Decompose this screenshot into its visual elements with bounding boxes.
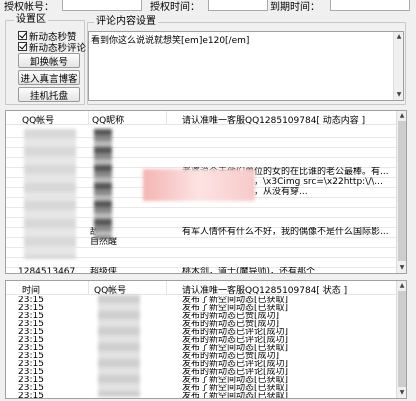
feed-scrollbar[interactable]: ▲ ▼ — [396, 111, 406, 273]
feed-list[interactable]: QQ帐号 QQ昵称 请认准唯一客服QQ1285109784[ 动态内容 ] 老婆… — [5, 110, 407, 274]
expire-time-label: 到期时间： — [270, 2, 320, 13]
feed-row[interactable]: 1284513467 超级侠 桃木剑，道士(魔导师)，还有那个 — [6, 267, 396, 274]
log-col-time[interactable]: 时间 — [22, 283, 40, 296]
log-row[interactable]: 23:15 发布了新空间动态[已获取] — [6, 304, 396, 312]
expire-time-field — [330, 0, 410, 11]
feed-col-nick[interactable]: QQ昵称 — [92, 113, 124, 126]
log-scrollbar[interactable]: ▲ ▼ — [396, 281, 406, 398]
redacted-avatar-block — [94, 129, 112, 239]
auth-account-field — [62, 0, 142, 11]
log-cell-time: 23:15 — [18, 392, 44, 399]
checkbox-checked-icon — [18, 42, 27, 51]
comment-checkbox[interactable]: 新动态秒评论 — [18, 41, 87, 54]
auth-time-field — [208, 0, 268, 11]
log-cell-status: 发布了新空间动态[已获取] — [182, 344, 289, 352]
log-cell-status: 发布的新动态已赞[成功] — [182, 320, 280, 328]
feed-cell-content: 有军人情怀有什么不好，我的偶像不是什么国际影... — [182, 227, 389, 237]
scroll-down-icon[interactable]: ▼ — [394, 90, 404, 100]
log-cell-time: 23:15 — [18, 312, 44, 320]
log-cell-status: 发布了新空间动态[已获取] — [182, 384, 289, 392]
log-cell-time: 23:15 — [18, 360, 44, 368]
scroll-down-icon[interactable]: ▼ — [397, 388, 406, 398]
auth-account-label: 授权帐号： — [4, 2, 54, 13]
log-cell-status: 发布的新动态已评论[成功] — [182, 368, 289, 376]
checkbox-checked-icon — [18, 31, 27, 40]
log-cell-time: 23:15 — [18, 336, 44, 344]
settings-title: 设置区 — [14, 14, 48, 25]
comment-checkbox-label: 新动态秒评论 — [29, 42, 87, 54]
comment-scrollbar[interactable]: ▲ ▼ — [393, 32, 403, 100]
log-scroll-thumb[interactable] — [398, 291, 406, 387]
comment-content-input[interactable]: 看到你这么说说就想笑[em]e120[/em] — [88, 31, 404, 101]
log-cell-time: 23:15 — [18, 304, 44, 312]
log-cell-status: 发布了新空间动态[已获取] — [182, 296, 289, 304]
log-row[interactable]: 23:15 发布了新空间动态[已获取] — [6, 344, 396, 352]
enter-blog-button[interactable]: 进入真言博客 — [18, 70, 80, 85]
scroll-down-icon[interactable]: ▼ — [397, 263, 406, 273]
log-header: 时间 QQ帐号 请认准唯一客服QQ1285109784[ 状态 ] — [6, 281, 396, 296]
feed-cell-content: 桃木剑，道士(魔导师)，还有那个 — [182, 267, 316, 274]
log-row[interactable]: 23:15 发布的新动态已评论[成功] — [6, 360, 396, 368]
log-cell-status: 发布了新空间动态[已获取] — [182, 376, 289, 384]
scroll-up-icon[interactable]: ▲ — [397, 281, 406, 291]
log-row[interactable]: 23:15 发布的新动态已赞[成功] — [6, 312, 396, 320]
log-cell-time: 23:15 — [18, 320, 44, 328]
feed-col-content[interactable]: 请认准唯一客服QQ1285109784[ 动态内容 ] — [182, 113, 365, 126]
top-info-bar: 授权帐号： 授权时间： 到期时间： — [0, 0, 416, 13]
auth-time-label: 授权时间： — [150, 2, 200, 13]
log-cell-time: 23:15 — [18, 344, 44, 352]
log-row[interactable]: 23:15 发布的新动态已赞[成功] — [6, 352, 396, 360]
log-row[interactable]: 23:15 发布的新动态已赞[成功] — [6, 320, 396, 328]
redacted-content-block — [143, 169, 255, 201]
log-cell-status: 发布了新空间动态[已获取] — [182, 392, 289, 399]
log-cell-time: 23:15 — [18, 296, 44, 304]
log-row[interactable]: 23:15 发布的新动态已评论[成功] — [6, 336, 396, 344]
log-cell-status: 发布的新动态已评论[成功] — [182, 328, 289, 336]
comment-settings-title: 评论内容设置 — [94, 16, 158, 27]
log-cell-time: 23:15 — [18, 352, 44, 360]
scroll-up-icon[interactable]: ▲ — [394, 32, 404, 42]
log-cell-status: 发布的新动态已赞[成功] — [182, 312, 280, 320]
log-row[interactable]: 23:15 发布了新空间动态[已获取] — [6, 384, 396, 392]
log-cell-status: 发布的新动态已评论[成功] — [182, 336, 289, 344]
log-col-status[interactable]: 请认准唯一客服QQ1285109784[ 状态 ] — [182, 283, 347, 296]
log-cell-status: 发布的新动态已评论[成功] — [182, 360, 289, 368]
redacted-log-qq-block — [98, 295, 140, 397]
scroll-up-icon[interactable]: ▲ — [397, 111, 406, 121]
feed-col-qq[interactable]: QQ帐号 — [22, 113, 54, 126]
log-row[interactable]: 23:15 发布的新动态已评论[成功] — [6, 328, 396, 336]
log-cell-time: 23:15 — [18, 376, 44, 384]
log-row[interactable]: 23:15 发布了新空间动态[已获取] — [6, 392, 396, 399]
log-list[interactable]: 时间 QQ帐号 请认准唯一客服QQ1285109784[ 状态 ] 23:15 发… — [5, 280, 407, 399]
feed-cell-nick: 超级侠 — [90, 267, 118, 274]
log-cell-time: 23:15 — [18, 328, 44, 336]
log-cell-time: 23:15 — [18, 384, 44, 392]
log-cell-time: 23:15 — [18, 368, 44, 376]
log-row[interactable]: 23:15 发布的新动态已评论[成功] — [6, 368, 396, 376]
feed-scroll-thumb[interactable] — [398, 121, 406, 261]
switch-account-button[interactable]: 卸换帐号 — [18, 53, 80, 68]
feed-cell-qq: 1284513467 — [18, 267, 76, 274]
log-row[interactable]: 23:15 发布了新空间动态[已获取] — [6, 376, 396, 384]
hang-tray-button[interactable]: 挂机托盘 — [18, 87, 80, 102]
log-cell-status: 发布的新动态已赞[成功] — [182, 352, 280, 360]
redacted-qq-block — [24, 129, 76, 259]
feed-header: QQ帐号 QQ昵称 请认准唯一客服QQ1285109784[ 动态内容 ] — [6, 111, 396, 126]
log-cell-status: 发布了新空间动态[已获取] — [182, 304, 289, 312]
log-row[interactable]: 23:15 发布了新空间动态[已获取] — [6, 296, 396, 304]
comment-content-text: 看到你这么说说就想笑[em]e120[/em] — [91, 36, 250, 46]
